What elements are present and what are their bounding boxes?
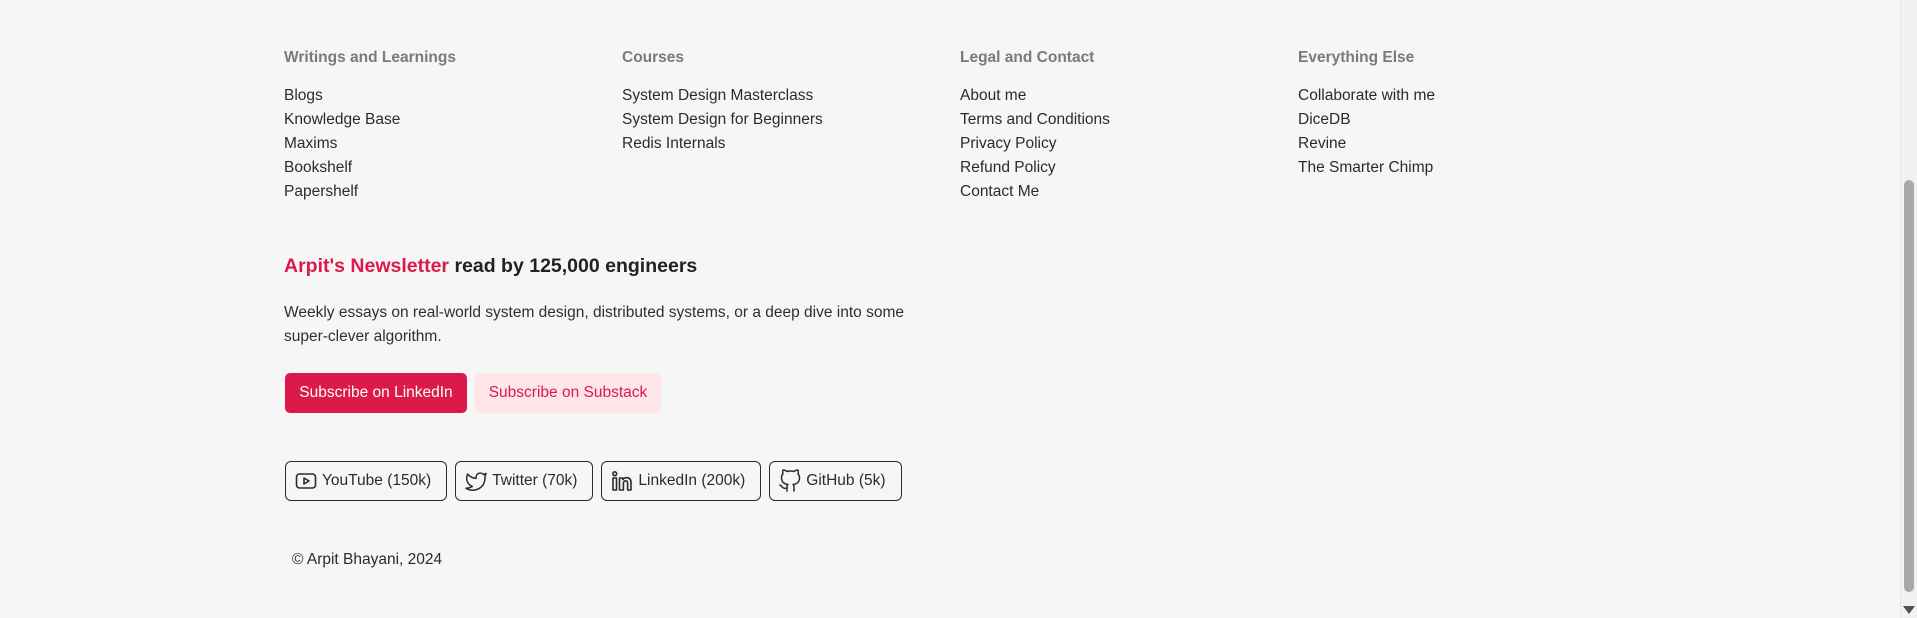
- footer-link-blogs[interactable]: Blogs: [284, 84, 622, 108]
- github-link[interactable]: GitHub (5k): [769, 461, 902, 501]
- footer-column-everything-else: Everything Else Collaborate with me Dice…: [1298, 48, 1636, 204]
- newsletter-heading-text: read by 125,000 engineers: [449, 255, 698, 277]
- twitter-icon: [464, 469, 488, 493]
- footer-link-maxims[interactable]: Maxims: [284, 132, 622, 156]
- footer-link-refund[interactable]: Refund Policy: [960, 156, 1298, 180]
- youtube-icon: [294, 469, 318, 493]
- linkedin-label: LinkedIn (200k): [638, 472, 746, 489]
- footer-link-knowledge-base[interactable]: Knowledge Base: [284, 108, 622, 132]
- footer-column-courses: Courses System Design Masterclass System…: [622, 48, 960, 204]
- footer-link-system-design-beginners[interactable]: System Design for Beginners: [622, 108, 960, 132]
- youtube-link[interactable]: YouTube (150k): [285, 461, 448, 501]
- column-title: Courses: [622, 49, 685, 66]
- footer-page: Writings and Learnings Blogs Knowledge B…: [0, 0, 1917, 618]
- footer-link-bookshelf[interactable]: Bookshelf: [284, 156, 622, 180]
- footer-link-collaborate[interactable]: Collaborate with me: [1298, 84, 1636, 108]
- footer-link-about-me[interactable]: About me: [960, 84, 1298, 108]
- scrollbar-thumb[interactable]: [1904, 180, 1914, 592]
- footer-link-revine[interactable]: Revine: [1298, 132, 1636, 156]
- footer-link-contact[interactable]: Contact Me: [960, 180, 1298, 204]
- newsletter-description: Weekly essays on real-world system desig…: [284, 304, 904, 345]
- footer-columns: Writings and Learnings Blogs Knowledge B…: [284, 48, 1636, 204]
- copyright-text: © Arpit Bhayani, 2024: [292, 551, 443, 568]
- column-links: Blogs Knowledge Base Maxims Bookshelf Pa…: [284, 84, 622, 204]
- column-links: System Design Masterclass System Design …: [622, 84, 960, 156]
- footer-column-writings: Writings and Learnings Blogs Knowledge B…: [284, 48, 622, 204]
- twitter-link[interactable]: Twitter (70k): [455, 461, 594, 501]
- github-label: GitHub (5k): [806, 472, 886, 489]
- column-title: Everything Else: [1298, 49, 1415, 66]
- twitter-label: Twitter (70k): [492, 472, 578, 489]
- footer-link-papershelf[interactable]: Papershelf: [284, 180, 622, 204]
- column-links: Collaborate with me DiceDB Revine The Sm…: [1298, 84, 1636, 180]
- subscribe-substack-button[interactable]: Subscribe on Substack: [475, 373, 661, 413]
- youtube-label: YouTube (150k): [322, 472, 432, 489]
- footer-link-privacy[interactable]: Privacy Policy: [960, 132, 1298, 156]
- footer-link-smarter-chimp[interactable]: The Smarter Chimp: [1298, 156, 1636, 180]
- column-title: Legal and Contact: [960, 49, 1095, 66]
- social-links: YouTube (150k) Twitter (70k) LinkedIn (2…: [285, 461, 902, 501]
- footer-link-dicedb[interactable]: DiceDB: [1298, 108, 1636, 132]
- subscribe-linkedin-button[interactable]: Subscribe on LinkedIn: [285, 373, 467, 413]
- linkedin-icon: [610, 469, 634, 493]
- newsletter-heading: Arpit's Newsletter read by 125,000 engin…: [284, 253, 697, 279]
- scroll-down-arrow-icon[interactable]: [1903, 606, 1915, 614]
- column-links: About me Terms and Conditions Privacy Po…: [960, 84, 1298, 204]
- vertical-scrollbar[interactable]: [1900, 0, 1917, 618]
- footer-column-legal: Legal and Contact About me Terms and Con…: [960, 48, 1298, 204]
- linkedin-link[interactable]: LinkedIn (200k): [601, 461, 762, 501]
- newsletter-brand-link[interactable]: Arpit's Newsletter: [284, 255, 449, 277]
- github-icon: [778, 469, 802, 493]
- column-title: Writings and Learnings: [284, 49, 456, 66]
- footer-link-terms[interactable]: Terms and Conditions: [960, 108, 1298, 132]
- footer-link-redis-internals[interactable]: Redis Internals: [622, 132, 960, 156]
- footer-link-system-design-masterclass[interactable]: System Design Masterclass: [622, 84, 960, 108]
